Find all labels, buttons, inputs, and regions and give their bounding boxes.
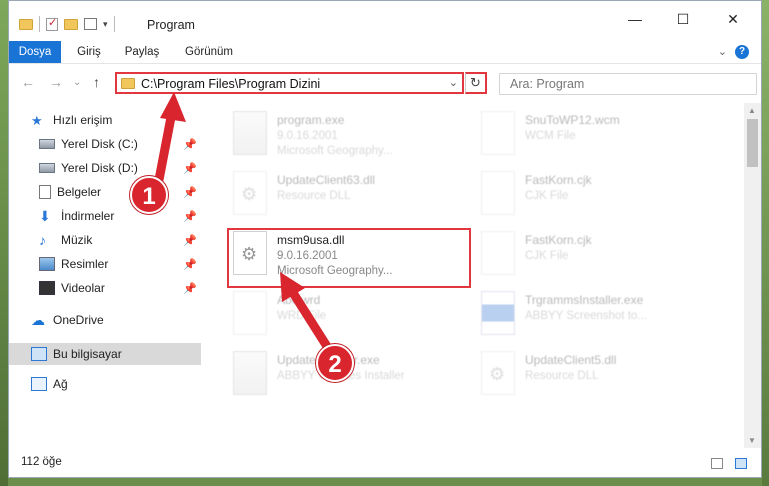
callout-arrows (153, 92, 333, 353)
callout-badge-2: 2 (316, 344, 354, 382)
callout-badge-1: 1 (130, 176, 168, 214)
